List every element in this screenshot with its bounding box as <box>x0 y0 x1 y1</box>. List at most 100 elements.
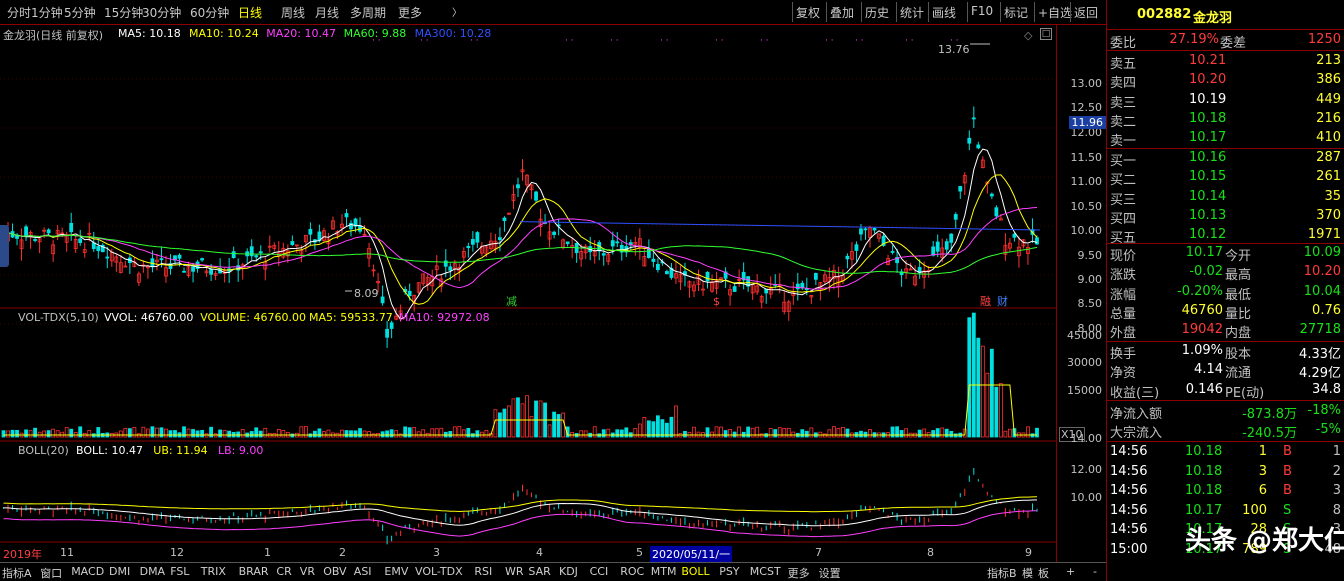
volume-bar <box>96 427 101 438</box>
toolbar-button-6[interactable]: 标记 <box>1004 4 1028 21</box>
indicator-tab-25[interactable]: 设置 <box>819 565 841 581</box>
candle-body <box>231 251 236 258</box>
period-toolbar: 分时 1分钟 5分钟 15分钟 30分钟 60分钟 日线 周线 月线 多周期 更多 〉 复权 叠加 历史 统计… <box>0 0 1106 25</box>
volume-bar <box>55 430 60 438</box>
period-tab-8[interactable]: 月线 <box>315 4 339 21</box>
period-tab-2[interactable]: 5分钟 <box>64 4 96 21</box>
indicator-tab-19[interactable]: ROC <box>620 565 644 578</box>
date-label: 2020/05/11/一 <box>650 546 733 562</box>
indicator-tab-23[interactable]: MCST <box>750 565 781 578</box>
toolbar-button-0[interactable]: 复权 <box>796 4 820 21</box>
period-tab-5[interactable]: 60分钟 <box>190 4 229 21</box>
indicator-tab-21[interactable]: BOLL <box>681 565 709 578</box>
toolbar-button-7[interactable]: +自选 <box>1038 4 1072 21</box>
volume-bar <box>434 428 439 438</box>
indicator-tab-24[interactable]: 更多 <box>788 565 810 581</box>
period-tab-9[interactable]: 多周期 <box>350 4 386 21</box>
fundamental-row: 净资 4.14 流通 4.29亿 <box>1107 361 1344 381</box>
volume-bar <box>944 428 949 438</box>
period-tab-10[interactable]: 更多 <box>398 4 422 21</box>
stat-value: -0.02 <box>1189 264 1223 280</box>
indicator-tab-17[interactable]: KDJ <box>559 565 578 578</box>
chevron-right-icon[interactable]: 〉 <box>452 4 462 19</box>
date-label: 8 <box>927 546 934 559</box>
right-tab-3[interactable]: + <box>1066 565 1075 578</box>
indicator-tab-20[interactable]: MTM <box>651 565 677 578</box>
indicator-tab-10[interactable]: OBV <box>323 565 346 578</box>
kline-chart-svg[interactable]: 减 $ 融财· · · · · · · · · · · · · · · · · · · · · · · · <box>0 25 1056 565</box>
candle-body <box>502 217 507 222</box>
indicator-tab-14[interactable]: RSI <box>474 565 492 578</box>
indicator-tab-1[interactable]: 窗口 <box>40 565 62 581</box>
candle-body <box>448 266 453 271</box>
stat-value: 10.20 <box>1303 264 1341 280</box>
indicator-tab-15[interactable]: WR <box>505 565 524 578</box>
fund-label: PE(动) <box>1225 385 1265 401</box>
period-tab-0[interactable]: 分时 <box>7 4 31 21</box>
fund-value: 4.14 <box>1194 362 1223 378</box>
kline-chart-area[interactable]: 减 $ 融财 · · · · · · · · · · · · · · · · · · · · · · · ·… <box>0 25 1085 565</box>
candle-body <box>177 254 182 259</box>
period-tab-1[interactable]: 1分钟 <box>31 4 63 21</box>
volume-bar <box>222 429 227 438</box>
toolbar-button-1[interactable]: 叠加 <box>830 4 854 21</box>
indicator-tab-13[interactable]: VOL-TDX <box>415 565 463 578</box>
right-tab-4[interactable]: - <box>1093 565 1097 578</box>
volume-bar <box>42 430 47 438</box>
date-label: 9 <box>1025 546 1032 559</box>
candle-body <box>46 229 51 234</box>
volume-bar <box>615 429 620 438</box>
toolbar-button-5[interactable]: F10 <box>971 4 993 18</box>
tick-time: 14:56 <box>1110 444 1148 459</box>
volume-bar <box>516 397 520 438</box>
indicator-tab-22[interactable]: PSY <box>719 565 739 578</box>
right-tab-2[interactable]: 板 <box>1038 565 1049 581</box>
volume-bar <box>164 428 168 438</box>
diamond-icon[interactable]: ◇ <box>1024 29 1032 42</box>
tick-time: 14:56 <box>1110 502 1148 518</box>
volume-bar <box>841 426 845 438</box>
close-icon[interactable]: □ <box>1040 28 1052 40</box>
indicator-tab-18[interactable]: CCI <box>590 565 609 578</box>
ask-price: 10.21 <box>1189 53 1227 68</box>
indicator-tab-12[interactable]: EMV <box>384 565 408 578</box>
volume-bar <box>998 383 1003 438</box>
candle-body <box>665 271 669 275</box>
price-tick: 11.00 <box>1070 175 1103 188</box>
right-tab-1[interactable]: 模 <box>1022 565 1033 581</box>
ask-volume: 213 <box>1316 53 1341 68</box>
fundamental-row: 换手 1.09% 股本 4.33亿 <box>1107 342 1344 362</box>
tick-row: 14:56 10.18 1 B 1 <box>1107 443 1344 462</box>
toolbar-button-4[interactable]: 画线 <box>932 4 956 21</box>
indicator-tab-2[interactable]: MACD <box>71 565 104 578</box>
indicator-tab-6[interactable]: TRIX <box>201 565 226 578</box>
stat-label: 总量 <box>1110 306 1137 322</box>
vol-ma5 <box>3 384 1037 436</box>
indicator-tab-16[interactable]: SAR <box>528 565 550 578</box>
period-tab-3[interactable]: 15分钟 <box>104 4 143 21</box>
indicator-tab-8[interactable]: CR <box>276 565 291 578</box>
indicator-tab-4[interactable]: DMA <box>140 565 166 578</box>
fund-value: 1.09% <box>1181 343 1223 358</box>
indicator-tab-7[interactable]: BRAR <box>239 565 269 578</box>
indicator-tab-11[interactable]: ASI <box>354 565 372 578</box>
toolbar-button-3[interactable]: 统计 <box>900 4 924 21</box>
toolbar-button-8[interactable]: 返回 <box>1074 4 1098 21</box>
indicator-tab-9[interactable]: VR <box>300 565 315 578</box>
flow-pct: -5% <box>1315 422 1341 438</box>
tick-price: 10.18 <box>1185 444 1223 459</box>
indicator-tab-5[interactable]: FSL <box>170 565 189 578</box>
period-tab-6[interactable]: 日线 <box>238 4 262 21</box>
right-tab-0[interactable]: 指标B <box>987 565 1017 581</box>
volume-bar <box>236 431 241 438</box>
low-marker: 8.09 <box>354 287 379 300</box>
indicator-tab-0[interactable]: 指标A <box>2 565 32 581</box>
indicator-tab-3[interactable]: DMI <box>109 565 130 578</box>
stat-label: 最低 <box>1225 287 1252 303</box>
candle-body <box>182 270 186 273</box>
volume-bar <box>340 429 344 438</box>
period-tab-7[interactable]: 周线 <box>281 4 305 21</box>
toolbar-button-2[interactable]: 历史 <box>865 4 889 21</box>
period-tab-4[interactable]: 30分钟 <box>142 4 181 21</box>
expand-panel-handle[interactable] <box>0 225 9 267</box>
